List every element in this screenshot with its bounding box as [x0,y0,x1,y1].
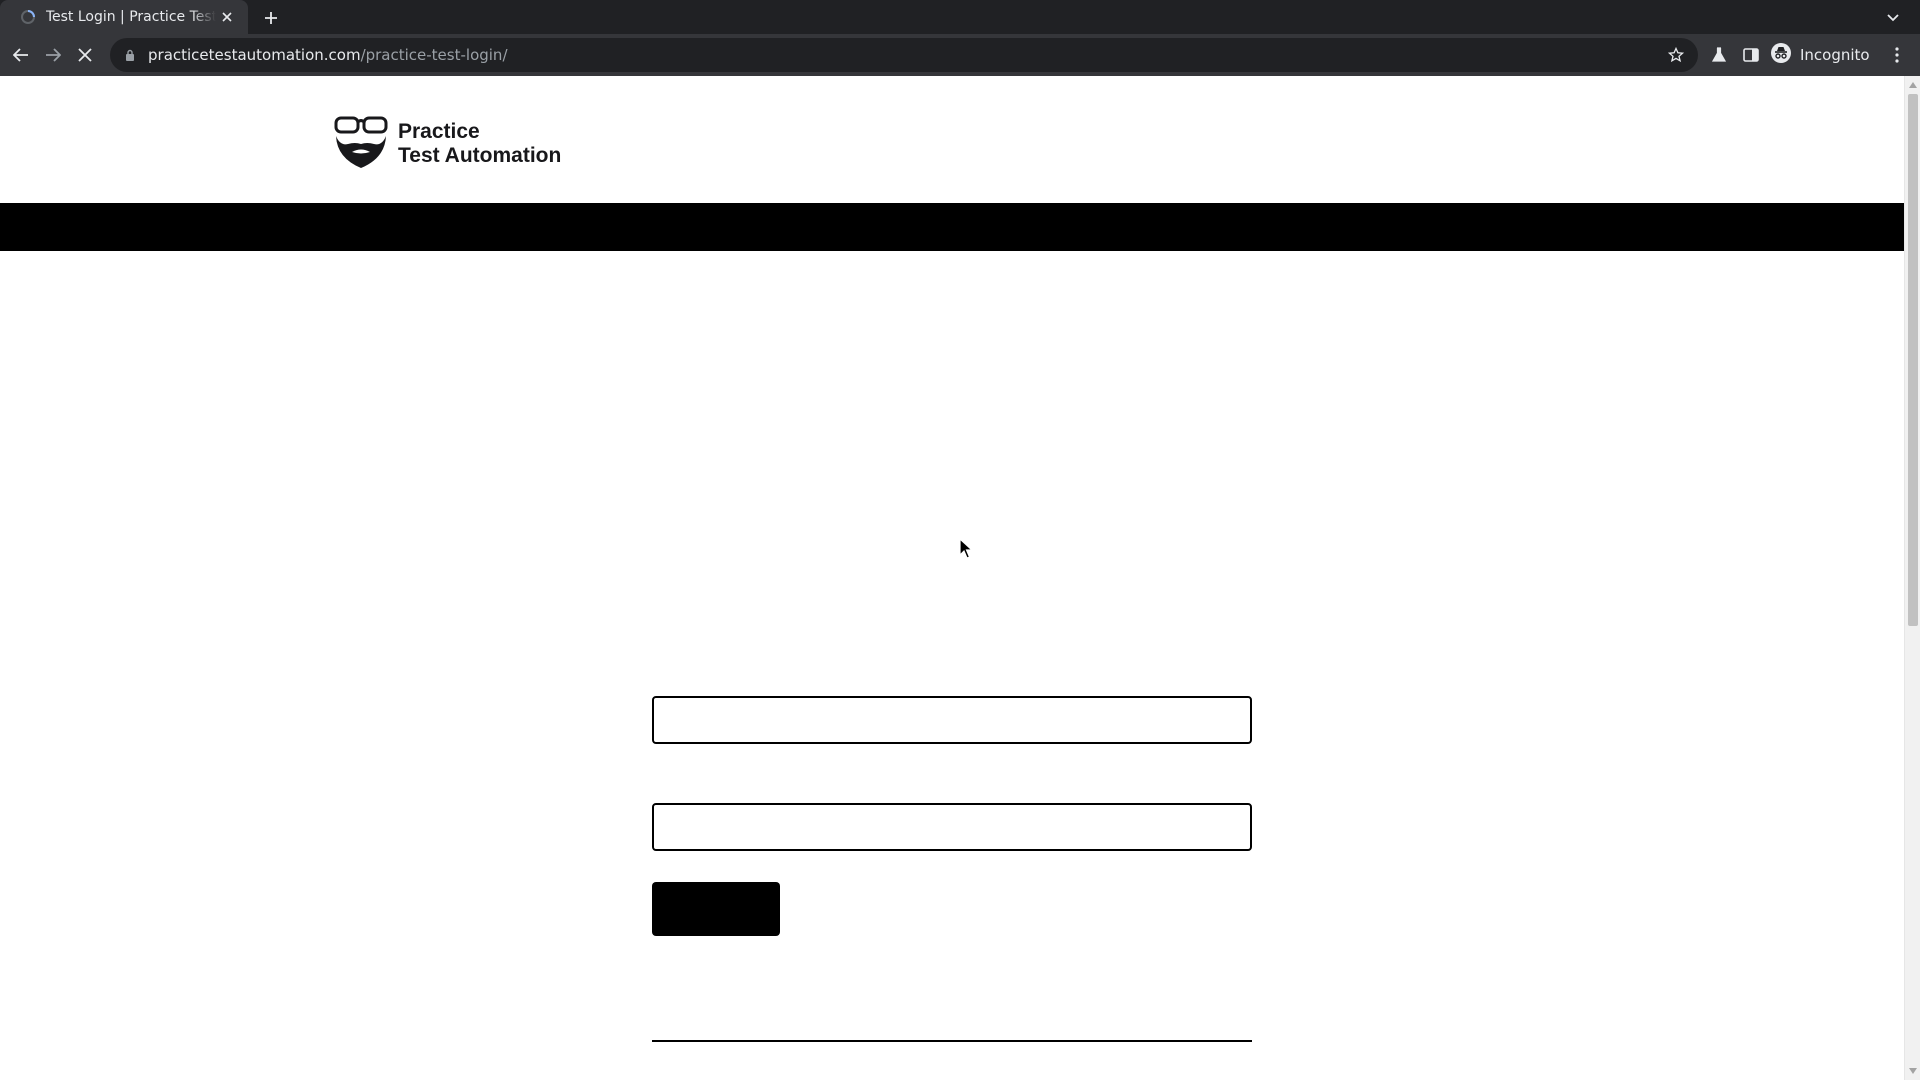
main-nav-bar [0,203,1904,251]
side-panel-icon[interactable] [1736,40,1766,70]
loading-spinner-icon [18,7,38,27]
kebab-menu-icon[interactable] [1882,40,1912,70]
page-viewport: Practice Test Automation [0,76,1920,1080]
back-arrow-icon[interactable] [6,40,36,70]
lock-icon[interactable] [122,47,138,63]
password-input[interactable] [652,803,1252,851]
site-logo[interactable]: Practice Test Automation [334,114,561,174]
logo-line-2: Test Automation [398,144,562,167]
address-bar[interactable]: practicetestautomation.com/practice-test… [110,38,1698,72]
url-path: /practice-test-login/ [360,46,508,64]
tab-strip: Test Login | Practice Test Automation [0,0,1920,34]
incognito-profile-button[interactable]: Incognito [1770,40,1870,70]
url-host: practicetestautomation.com [148,46,361,64]
browser-toolbar: practicetestautomation.com/practice-test… [0,34,1920,76]
labs-flask-icon[interactable] [1704,40,1734,70]
browser-tab-active[interactable]: Test Login | Practice Test Automation [0,0,248,34]
bookmark-star-icon[interactable] [1666,45,1686,65]
stop-loading-icon[interactable] [70,40,100,70]
incognito-icon [1770,42,1792,68]
scroll-up-arrow-icon[interactable] [1908,80,1918,90]
tab-search-chevron-icon[interactable] [1880,5,1906,31]
submit-button[interactable] [652,882,780,936]
url-text: practicetestautomation.com/practice-test… [148,46,508,64]
scrollbar-thumb[interactable] [1908,94,1918,626]
username-input[interactable] [652,696,1252,744]
forward-arrow-icon[interactable] [38,40,68,70]
bearded-glasses-logo-icon [334,114,388,174]
scroll-down-arrow-icon[interactable] [1908,1066,1918,1076]
logo-text: Practice Test Automation [398,120,561,168]
new-tab-icon[interactable] [258,5,284,31]
site-header: Practice Test Automation [0,76,1904,203]
close-tab-icon[interactable] [216,6,238,28]
vertical-scrollbar[interactable] [1904,76,1920,1080]
incognito-label: Incognito [1800,46,1870,64]
mouse-pointer-icon [959,538,973,559]
tab-title: Test Login | Practice Test Automation [45,9,217,25]
content-divider [652,1040,1252,1042]
logo-line-1: Practice [398,120,480,143]
